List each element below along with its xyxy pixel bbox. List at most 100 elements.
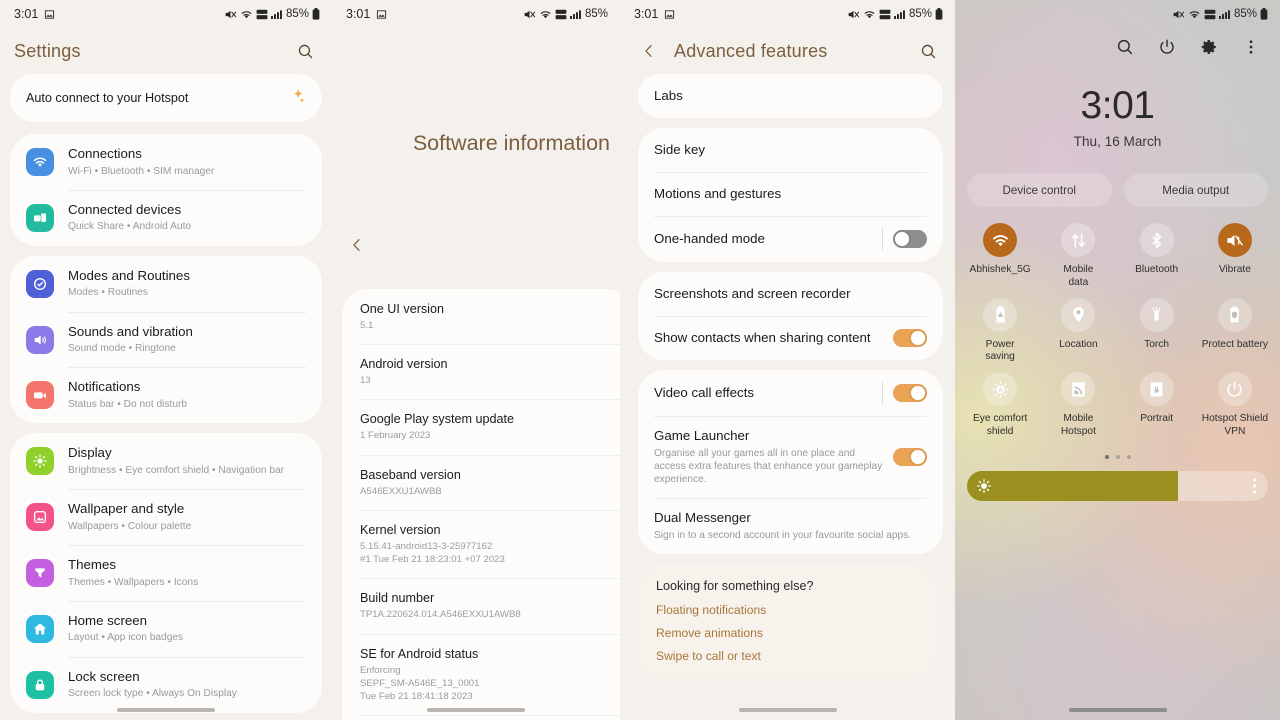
signal-icon: [569, 9, 582, 20]
settings-item-subtitle: Layout • App icon badges: [68, 632, 184, 644]
info-key: Kernel version: [360, 522, 441, 537]
gear-icon[interactable]: [1198, 36, 1220, 58]
advanced-item-show-contacts-when-sharing-content[interactable]: Show contacts when sharing content: [638, 316, 943, 360]
settings-item-connections[interactable]: Connections Wi-Fi • Bluetooth • SIM mana…: [10, 134, 322, 190]
tile-wifi[interactable]: Abhishek_5G: [961, 223, 1039, 290]
toggle-divider: [882, 382, 883, 404]
lock-clock: 3:01 Thu, 16 March: [955, 86, 1280, 149]
mobile-data-icon[interactable]: [1061, 223, 1096, 257]
settings-item-sounds-and-vibration[interactable]: Sounds and vibration Sound mode • Ringto…: [10, 311, 322, 368]
advanced-item-labs[interactable]: Labs: [638, 74, 943, 118]
back-chevron-icon[interactable]: [636, 38, 662, 64]
software-info-row[interactable]: One UI version 5.1: [342, 289, 620, 344]
more-vertical-icon[interactable]: [1240, 36, 1262, 58]
settings-item-wallpaper-and-style[interactable]: Wallpaper and style Wallpapers • Colour …: [10, 489, 322, 545]
portrait-lock-icon[interactable]: [1139, 372, 1174, 406]
status-time: 3:01: [14, 7, 39, 21]
tile-mobile-hotspot[interactable]: Mobile Hotspot: [1039, 372, 1117, 439]
status-bar: 3:01 85%: [620, 0, 955, 28]
software-info-row[interactable]: Google Play system update 1 February 202…: [342, 399, 620, 454]
bluetooth-icon[interactable]: [1139, 223, 1174, 257]
settings-item-lock-screen[interactable]: Lock screen Screen lock type • Always On…: [10, 656, 322, 713]
tile-portrait[interactable]: Portrait: [1118, 372, 1196, 439]
tile-eye-comfort-shield[interactable]: A Eye comfort shield: [961, 372, 1039, 439]
brightness-fill: [967, 470, 1178, 501]
advanced-item-motions-and-gestures[interactable]: Motions and gestures: [638, 172, 943, 216]
link-floating-notifications[interactable]: Floating notifications: [656, 603, 919, 617]
advanced-item-screenshots-and-screen-recorder[interactable]: Screenshots and screen recorder: [638, 272, 943, 316]
search-icon[interactable]: [292, 38, 318, 64]
navigation-pill[interactable]: [1068, 708, 1167, 712]
link-remove-animations[interactable]: Remove animations: [656, 626, 919, 640]
location-icon[interactable]: [1061, 297, 1096, 332]
back-button[interactable]: [332, 232, 620, 258]
media-output-chip[interactable]: Media output: [1123, 173, 1268, 207]
protect-battery-icon[interactable]: [1217, 297, 1252, 332]
show-contacts-toggle[interactable]: [893, 329, 927, 347]
settings-item-notifications[interactable]: Notifications Status bar • Do not distur…: [10, 367, 322, 423]
navigation-pill[interactable]: [427, 708, 525, 712]
multi-panel-screenshot: 3:01 85% Settings Auto connect to your H…: [0, 0, 1280, 720]
hotspot-icon[interactable]: [1061, 372, 1096, 406]
vibrate-icon[interactable]: [1217, 223, 1252, 257]
software-info-row[interactable]: Kernel version 5.15.41-android13-3-25977…: [342, 509, 620, 578]
one-handed-mode-toggle[interactable]: [893, 230, 927, 248]
tile-vibrate[interactable]: Vibrate: [1196, 223, 1274, 290]
tile-bluetooth[interactable]: Bluetooth: [1118, 223, 1196, 290]
settings-item-subtitle: Sound mode • Ringtone: [68, 343, 176, 355]
tile-hotspot-shield-vpn[interactable]: Hotspot Shield VPN: [1196, 372, 1274, 439]
vpn-power-icon[interactable]: [1217, 372, 1252, 406]
info-key: Build number: [360, 591, 435, 606]
volte-icon: [1204, 9, 1216, 20]
software-info-row[interactable]: SE for Android status Enforcing SEPF_SM-…: [342, 633, 620, 716]
battery-percent: 85%: [1233, 8, 1257, 20]
tile-power-saving[interactable]: Power saving: [961, 297, 1039, 365]
settings-item-display[interactable]: Display Brightness • Eye comfort shield …: [10, 433, 322, 489]
tile-location[interactable]: Location: [1039, 297, 1117, 365]
tile-protect-battery[interactable]: Protect battery: [1196, 297, 1274, 365]
advanced-item-dual-messenger[interactable]: Dual Messenger Sign in to a second accou…: [638, 498, 943, 554]
advanced-item-side-key[interactable]: Side key: [638, 128, 943, 172]
link-swipe-to-call-or-text[interactable]: Swipe to call or text: [656, 649, 919, 663]
torch-icon[interactable]: [1139, 297, 1174, 332]
settings-item-modes-and-routines[interactable]: Modes and Routines Modes • Routines: [10, 256, 322, 312]
tile-torch[interactable]: Torch: [1118, 297, 1196, 365]
video-call-effects-toggle[interactable]: [893, 384, 927, 402]
advanced-item-one-handed-mode[interactable]: One-handed mode: [638, 216, 943, 262]
wifi-icon[interactable]: [983, 223, 1018, 257]
settings-item-connected-devices[interactable]: Connected devices Quick Share • Android …: [10, 189, 322, 246]
advanced-item-video-call-effects[interactable]: Video call effects: [638, 370, 943, 416]
software-info-row[interactable]: Knox version: [342, 715, 620, 720]
device-control-chip[interactable]: Device control: [967, 173, 1112, 207]
software-info-row[interactable]: Build number TP1A.220624.014.A546EXXU1AW…: [342, 578, 620, 633]
navigation-pill[interactable]: [738, 708, 837, 712]
status-time: 3:01: [346, 7, 371, 21]
back-chevron-icon[interactable]: [344, 232, 370, 258]
signal-icon: [1218, 9, 1231, 20]
more-vertical-icon[interactable]: [1253, 478, 1256, 493]
advanced-item-game-launcher[interactable]: Game Launcher Organise all your games al…: [638, 416, 943, 498]
settings-item-themes[interactable]: Themes Themes • Wallpapers • Icons: [10, 545, 322, 601]
wifi-icon: [26, 147, 54, 176]
hotspot-promo-card[interactable]: Auto connect to your Hotspot: [10, 74, 322, 122]
settings-item-title: Lock screen: [68, 668, 140, 684]
power-saving-icon[interactable]: [983, 297, 1018, 332]
search-icon[interactable]: [1114, 36, 1136, 58]
advanced-group-2: Side key Motions and gestures One-handed…: [638, 128, 943, 262]
software-info-row[interactable]: Android version 13: [342, 344, 620, 399]
power-icon[interactable]: [1156, 36, 1178, 58]
game-launcher-toggle[interactable]: [893, 448, 927, 467]
quick-settings-tile-grid: Abhishek_5G Mobile data Bluetooth Vibrat…: [955, 207, 1280, 439]
eye-comfort-icon[interactable]: A: [983, 372, 1018, 406]
clock-time: 3:01: [1080, 84, 1155, 127]
search-icon[interactable]: [915, 38, 941, 64]
advanced-item-subtitle: Sign in to a second account in your favo…: [654, 529, 912, 541]
brightness-slider[interactable]: [967, 470, 1268, 501]
advanced-item-title: Show contacts when sharing content: [654, 329, 871, 345]
settings-item-home-screen[interactable]: Home screen Layout • App icon badges: [10, 600, 322, 657]
navigation-pill[interactable]: [117, 708, 215, 712]
software-info-row[interactable]: Baseband version A546EXXU1AWBB: [342, 454, 620, 510]
battery-percent: 85%: [908, 8, 932, 20]
page-indicator-dots[interactable]: [955, 454, 1280, 459]
tile-mobile-data[interactable]: Mobile data: [1039, 223, 1117, 290]
